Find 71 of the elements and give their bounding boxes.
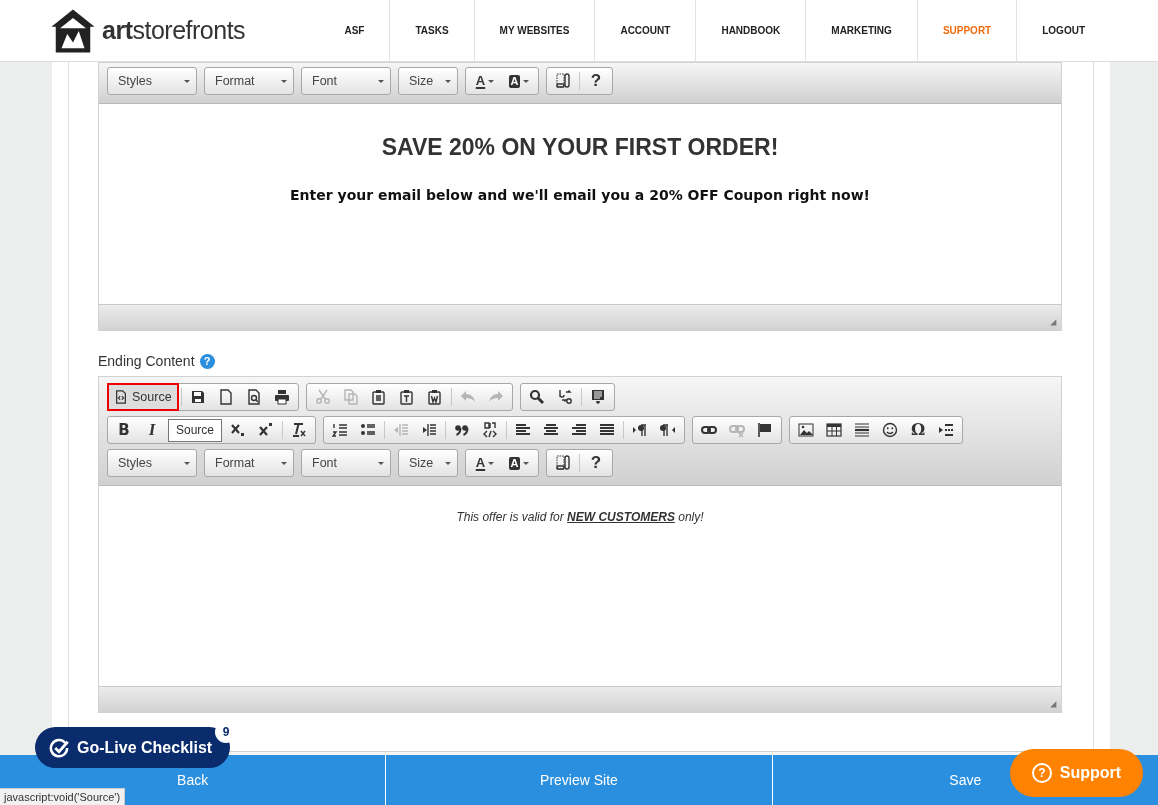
source-button[interactable]: Source: [107, 383, 179, 411]
nav-link[interactable]: MY WEBSITES: [473, 0, 595, 61]
remove-format-icon: [291, 422, 308, 438]
source-icon: [114, 390, 128, 404]
unlink-icon: [729, 422, 746, 438]
bulleted-list-icon: [360, 422, 377, 438]
scissors-icon: [314, 389, 331, 405]
print-icon: [273, 389, 290, 405]
clipboard-icon: [370, 389, 387, 405]
help-button[interactable]: ?: [582, 69, 610, 93]
horizontal-line-icon: [854, 422, 871, 438]
clipboard-icon: [398, 389, 415, 405]
field-label: Ending Content: [98, 352, 195, 371]
maximize-icon: [555, 73, 571, 89]
align-center-icon: [543, 422, 560, 438]
page-break-icon: [938, 422, 955, 438]
dropdown-select[interactable]: Size: [398, 67, 458, 95]
table-icon: [826, 422, 843, 438]
subheading: Enter your email below and we'll email you a 20% OFF Coupon right now!: [289, 185, 871, 205]
smiley-icon: [882, 422, 899, 438]
search-icon: [528, 389, 545, 405]
background-color-button[interactable]: A: [502, 69, 536, 93]
dropdown-select[interactable]: Size: [398, 449, 458, 477]
indent-icon: [421, 422, 438, 438]
tooltip: Source: [168, 418, 223, 442]
dropdown-select[interactable]: Styles: [107, 67, 197, 95]
outdent-icon: [393, 422, 410, 438]
copy-icon: [342, 389, 359, 405]
superscript-icon: [258, 422, 275, 438]
maximize-icon: [555, 455, 571, 471]
nav-link[interactable]: MARKETING: [805, 0, 917, 61]
clipboard-icon: [426, 389, 443, 405]
text-color-button[interactable]: A: [468, 451, 502, 475]
text-color-button[interactable]: A: [468, 69, 502, 93]
page-icon: [217, 389, 234, 405]
preview-icon: [245, 389, 262, 405]
nav-link[interactable]: LOGOUT: [1016, 0, 1110, 61]
special-character-button[interactable]: Ω: [904, 418, 933, 442]
text-direction-icon: [660, 422, 677, 438]
dropdown-select[interactable]: Format: [204, 67, 294, 95]
align-right-icon: [571, 422, 588, 438]
house-logo-icon: [50, 7, 96, 54]
link-url-tooltip: javascript:void('Source'): [0, 788, 126, 805]
numbered-list-icon: [332, 422, 349, 438]
subscript-icon: [230, 422, 247, 438]
div-container-icon: [482, 422, 499, 438]
logo-text: artstorefronts: [102, 14, 246, 46]
justify-icon: [599, 422, 616, 438]
dropdown-select[interactable]: Font: [301, 449, 391, 477]
body-text: This offer is valid for NEW CUSTOMERS only!: [455, 509, 705, 526]
save-icon: [189, 389, 206, 405]
background-color-button[interactable]: A: [502, 451, 536, 475]
nav-link[interactable]: HANDBOOK: [695, 0, 806, 61]
image-icon: [798, 422, 815, 438]
dropdown-select[interactable]: Font: [301, 67, 391, 95]
help-button[interactable]: ?: [582, 451, 610, 475]
check-circle-icon: [49, 737, 69, 758]
dropdown-select[interactable]: Format: [204, 449, 294, 477]
nav-link[interactable]: TASKS: [389, 0, 474, 61]
dropdown-select[interactable]: Styles: [107, 449, 197, 477]
bold-button[interactable]: B: [110, 418, 138, 442]
align-left-icon: [515, 422, 532, 438]
italic-button[interactable]: I: [138, 418, 166, 442]
nav-link[interactable]: ACCOUNT: [594, 0, 696, 61]
heading: SAVE 20% ON YOUR FIRST ORDER!: [380, 133, 780, 162]
flag-icon: [757, 422, 774, 438]
nav-link[interactable]: ASF: [319, 0, 390, 61]
quote-icon: [454, 422, 471, 438]
select-all-icon: [589, 389, 606, 405]
text-direction-icon: [632, 422, 649, 438]
replace-icon: [556, 389, 573, 405]
